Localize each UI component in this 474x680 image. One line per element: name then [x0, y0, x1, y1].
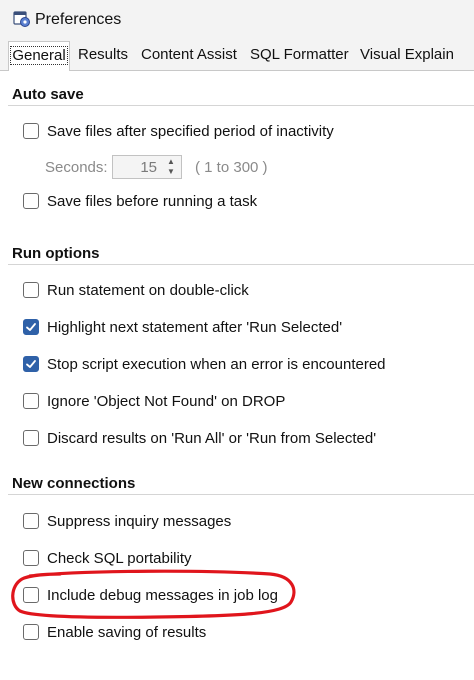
stop-on-error-checkbox[interactable]: [23, 356, 39, 372]
general-panel: Auto save Save files after specified per…: [0, 71, 474, 680]
suppress-inquiry-checkbox[interactable]: [23, 513, 39, 529]
run-option-item[interactable]: Highlight next statement after 'Run Sele…: [23, 316, 342, 338]
enable-saving-results-checkbox[interactable]: [23, 624, 39, 640]
run-option-label: Run statement on double-click: [47, 281, 249, 299]
seconds-range-hint: ( 1 to 300 ): [195, 159, 268, 176]
auto-save-divider: [8, 105, 474, 106]
tab-content-assist[interactable]: Content Assist: [141, 44, 237, 66]
save-before-task-checkbox[interactable]: [23, 193, 39, 209]
run-option-label: Ignore 'Object Not Found' on DROP: [47, 392, 286, 410]
ignore-not-found-checkbox[interactable]: [23, 393, 39, 409]
run-on-double-click-checkbox[interactable]: [23, 282, 39, 298]
new-connections-divider: [8, 494, 474, 495]
run-option-item[interactable]: Stop script execution when an error is e…: [23, 353, 386, 375]
new-connections-heading: New connections: [12, 475, 136, 492]
run-option-label: Discard results on 'Run All' or 'Run fro…: [47, 429, 377, 447]
save-before-task-label: Save files before running a task: [47, 192, 258, 210]
save-before-task-option[interactable]: Save files before running a task: [23, 190, 257, 212]
tab-strip: General Results Content Assist SQL Forma…: [0, 40, 474, 72]
seconds-spinner[interactable]: 15 ▲ ▼: [112, 155, 182, 179]
tab-visual-explain[interactable]: Visual Explain: [360, 44, 454, 66]
checkmark-icon: [26, 360, 36, 368]
preferences-app-icon: [13, 11, 30, 27]
tab-general-label: General: [10, 46, 68, 65]
connection-option-item[interactable]: Check SQL portability: [23, 547, 192, 569]
auto-save-heading: Auto save: [12, 86, 84, 103]
window-title: Preferences: [35, 11, 122, 28]
tab-sql-formatter[interactable]: SQL Formatter: [250, 44, 349, 66]
save-inactivity-label: Save files after specified period of ina…: [47, 122, 334, 140]
tab-results-label: Results: [78, 46, 129, 63]
run-option-label: Stop script execution when an error is e…: [47, 355, 386, 373]
tab-results[interactable]: Results: [78, 44, 128, 66]
discard-results-checkbox[interactable]: [23, 430, 39, 446]
include-debug-messages-checkbox[interactable]: [23, 587, 39, 603]
title-bar: Preferences: [0, 0, 474, 40]
seconds-value[interactable]: 15: [140, 159, 157, 176]
highlight-next-checkbox[interactable]: [23, 319, 39, 335]
tab-general[interactable]: General: [8, 41, 70, 72]
tab-sql-formatter-label: SQL Formatter: [250, 46, 349, 63]
run-option-item[interactable]: Discard results on 'Run All' or 'Run fro…: [23, 427, 376, 449]
tab-visual-explain-label: Visual Explain: [360, 46, 454, 63]
save-inactivity-option[interactable]: Save files after specified period of ina…: [23, 120, 334, 142]
seconds-label: Seconds:: [45, 159, 108, 176]
connection-option-item[interactable]: Include debug messages in job log: [23, 584, 278, 606]
check-sql-portability-checkbox[interactable]: [23, 550, 39, 566]
run-option-item[interactable]: Ignore 'Object Not Found' on DROP: [23, 390, 285, 412]
run-option-item[interactable]: Run statement on double-click: [23, 279, 249, 301]
connection-option-label: Enable saving of results: [47, 623, 207, 641]
connection-option-label: Suppress inquiry messages: [47, 512, 232, 530]
tab-content-assist-label: Content Assist: [141, 46, 237, 63]
checkmark-icon: [26, 323, 36, 331]
connection-option-label: Include debug messages in job log: [47, 586, 278, 604]
run-option-label: Highlight next statement after 'Run Sele…: [47, 318, 343, 336]
run-options-heading: Run options: [12, 245, 100, 262]
connection-option-label: Check SQL portability: [47, 549, 192, 567]
spin-down-icon[interactable]: ▼: [164, 167, 178, 177]
connection-option-item[interactable]: Suppress inquiry messages: [23, 510, 231, 532]
connection-option-item[interactable]: Enable saving of results: [23, 621, 206, 643]
run-options-divider: [8, 264, 474, 265]
save-inactivity-checkbox[interactable]: [23, 123, 39, 139]
spin-up-icon[interactable]: ▲: [164, 157, 178, 167]
